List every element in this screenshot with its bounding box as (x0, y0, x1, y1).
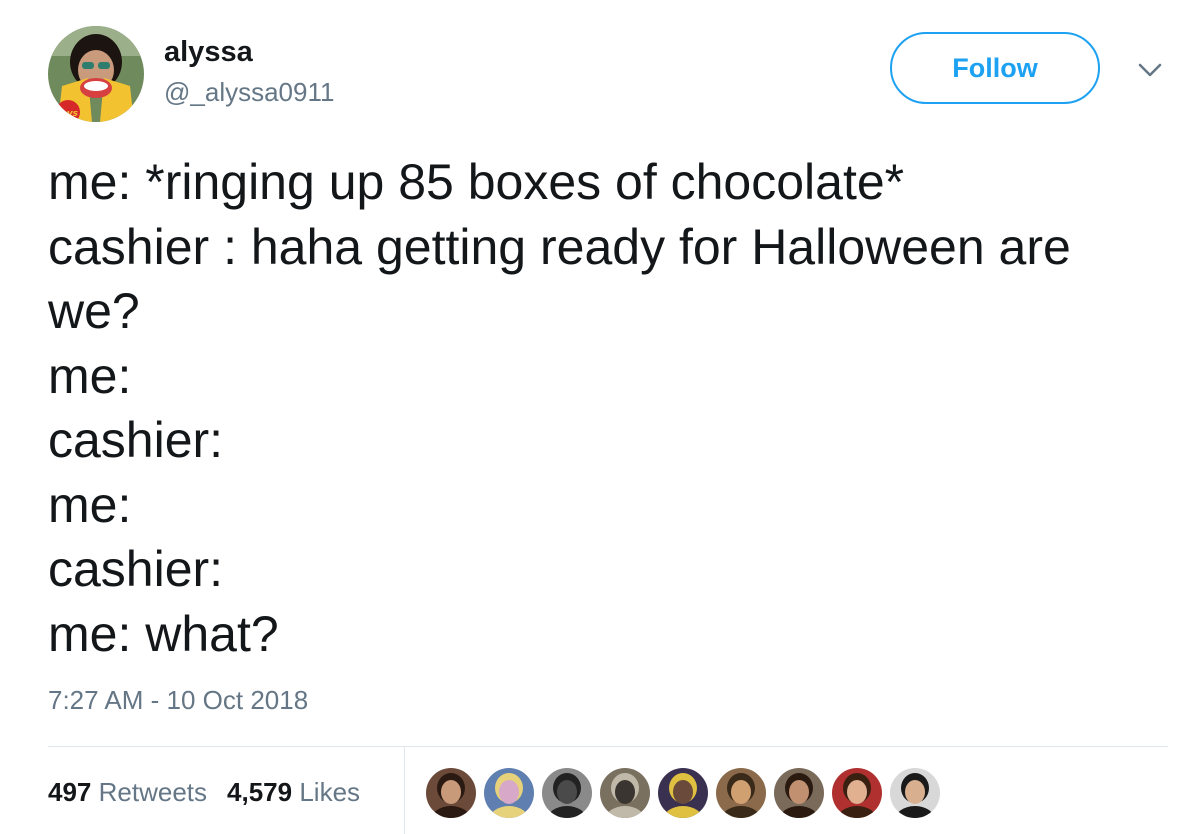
likes-label: Likes (299, 777, 361, 807)
stats-divider (404, 747, 405, 834)
liker-avatar-5[interactable] (658, 768, 708, 818)
retweets-count: 497 (48, 777, 92, 807)
likes-count: 4,579 (227, 777, 293, 807)
display-name[interactable]: alyssa (164, 34, 253, 70)
avatar[interactable]: lays (48, 26, 144, 122)
liker-avatar-3[interactable] (542, 768, 592, 818)
avatar-logo: lays (58, 109, 79, 119)
liker-avatar-7[interactable] (774, 768, 824, 818)
liker-avatar-9[interactable] (890, 768, 940, 818)
tweet-stats: 497 Retweets 4,579 Likes (48, 776, 360, 808)
liker-avatar-4[interactable] (600, 768, 650, 818)
retweets-stat[interactable]: 497 Retweets (48, 776, 207, 808)
follow-button[interactable]: Follow (890, 32, 1100, 104)
liker-avatars (426, 768, 948, 818)
user-handle[interactable]: @_alyssa0911 (164, 76, 334, 108)
chevron-down-icon[interactable] (1136, 60, 1164, 80)
liker-avatar-2[interactable] (484, 768, 534, 818)
liker-avatar-1[interactable] (426, 768, 476, 818)
divider (48, 746, 1168, 747)
tweet-text: me: *ringing up 85 boxes of chocolate* c… (48, 154, 1071, 662)
likes-stat[interactable]: 4,579 Likes (227, 776, 360, 808)
liker-avatar-8[interactable] (832, 768, 882, 818)
retweets-label: Retweets (98, 777, 208, 807)
tweet-timestamp[interactable]: 7:27 AM - 10 Oct 2018 (48, 684, 308, 716)
liker-avatar-6[interactable] (716, 768, 766, 818)
